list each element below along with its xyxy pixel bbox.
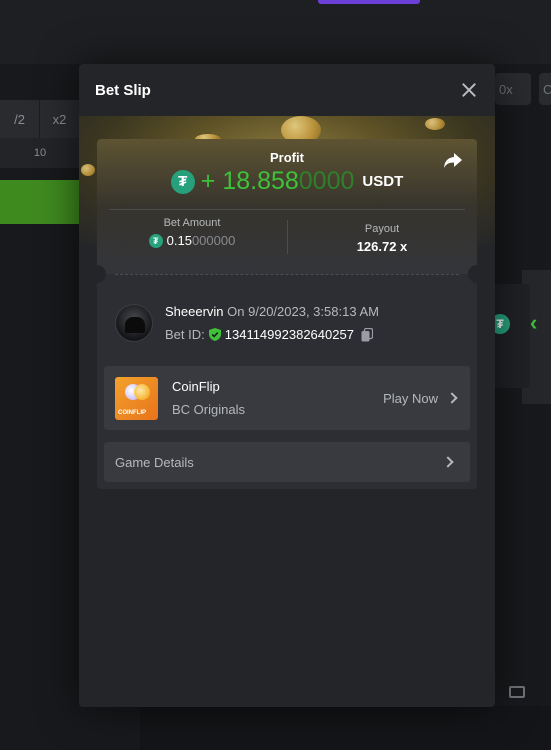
tether-icon: ₮ (170, 169, 195, 194)
profit-value-trailing-zeros: 0000 (298, 167, 355, 195)
bet-id-line: Bet ID: 134114992382640257 (165, 327, 379, 342)
profit-sign: + (200, 167, 216, 195)
shield-check-icon (208, 328, 221, 341)
background-double-button: x2 (40, 100, 80, 138)
user-name[interactable]: Sheeervin (165, 304, 224, 319)
modal-header: Bet Slip (79, 64, 495, 116)
profit-currency: USDT (362, 173, 404, 190)
bet-amount-value: ₮ 0.15000000 (97, 233, 287, 248)
copy-icon[interactable] (361, 327, 373, 342)
bet-slip-modal: Bet Slip Profit ₮ + 18.8580000 USDT Bet … (79, 64, 495, 707)
background-right-button-1: 0x (495, 73, 531, 105)
profit-value-main: 18.858 (222, 167, 299, 195)
divider (109, 209, 465, 210)
background-chevron-icon: ‹ (530, 310, 538, 335)
user-info: Sheeervin On 9/20/2023, 3:58:13 AM Bet I… (115, 304, 379, 342)
keyboard-icon (509, 686, 525, 698)
decor-coin (425, 118, 445, 130)
background-multiplier-row: /2 x2 (0, 100, 80, 138)
game-details-label: Game Details (115, 454, 194, 470)
background-accent-tab (318, 0, 420, 4)
tether-icon: ₮ (148, 233, 163, 248)
bet-date: On 9/20/2023, 3:58:13 AM (227, 304, 379, 319)
bet-amount-trailing-zeros: 000000 (191, 233, 236, 248)
profit-amount: ₮ + 18.8580000 USDT (97, 167, 477, 196)
dashed-separator (115, 274, 459, 275)
bet-id-label: Bet ID: (165, 327, 205, 342)
game-thumbnail: COINFLIP (115, 376, 158, 420)
bet-amount-label: Bet Amount (163, 217, 221, 229)
bet-amount-main: 0.15 (166, 233, 192, 248)
bet-id: 134114992382640257 (224, 327, 354, 342)
decor-coin (81, 164, 95, 176)
coin-icon (134, 383, 150, 400)
payout-value: 126.72 x (356, 239, 408, 254)
background-right-button-2: C (539, 73, 551, 105)
game-details-row[interactable]: Game Details (104, 442, 470, 482)
avatar[interactable] (115, 304, 153, 342)
user-line: Sheeervin On 9/20/2023, 3:58:13 AM (165, 304, 379, 319)
ticket-notch-right (468, 265, 477, 283)
profit-label: Profit (270, 150, 304, 165)
play-now-label: Play Now (383, 390, 438, 406)
modal-title: Bet Slip (95, 81, 151, 99)
chevron-right-icon (446, 392, 458, 404)
game-name: CoinFlip (172, 379, 220, 394)
background-value: 10 (0, 138, 80, 168)
chevron-right-icon (442, 456, 454, 468)
close-icon[interactable] (461, 82, 477, 98)
user-details: Sheeervin On 9/20/2023, 3:58:13 AM Bet I… (165, 304, 379, 342)
background-half-button: /2 (0, 100, 40, 138)
play-now-button[interactable]: Play Now (383, 366, 458, 430)
background-header (0, 0, 551, 64)
payout-stat: Payout 126.72 x (287, 223, 477, 254)
game-category: BC Originals (172, 402, 245, 417)
payout-label: Payout (364, 223, 400, 235)
bet-amount-stat: Bet Amount ₮ 0.15000000 (97, 217, 287, 248)
game-info: CoinFlip BC Originals (172, 379, 245, 417)
game-row[interactable]: COINFLIP CoinFlip BC Originals Play Now (104, 366, 470, 430)
background-bet-button (0, 180, 80, 224)
background-right-card (494, 284, 530, 388)
profit-value: + 18.8580000 (201, 167, 355, 196)
background-footer (140, 706, 551, 750)
game-thumbnail-label: COINFLIP (118, 409, 146, 416)
bet-slip-card: Profit ₮ + 18.8580000 USDT Bet Amount ₮ … (97, 139, 477, 489)
